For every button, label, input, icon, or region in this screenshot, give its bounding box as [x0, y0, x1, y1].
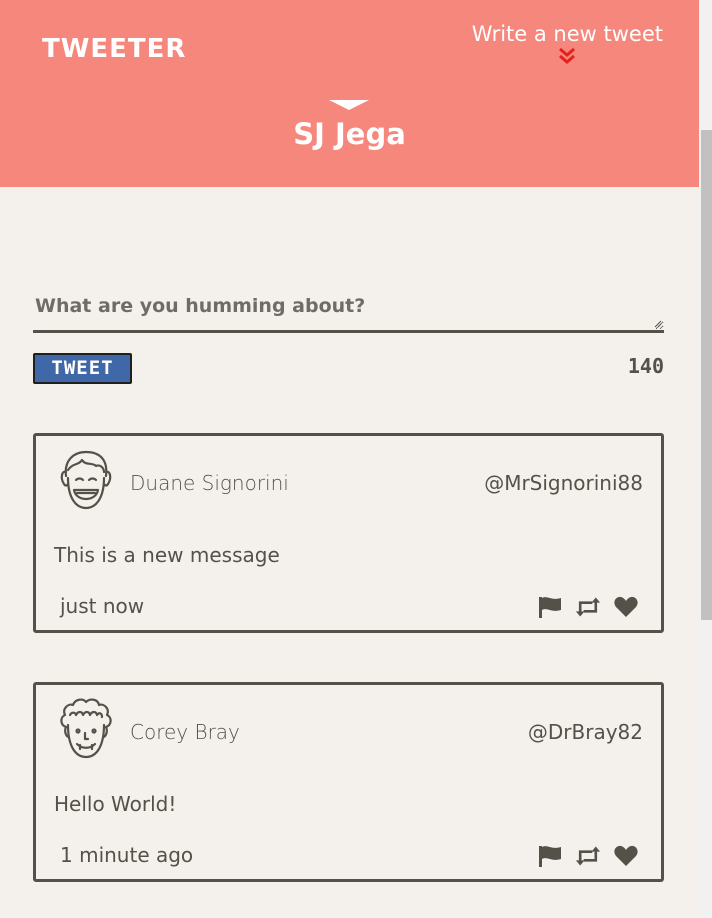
- tweet-text: This is a new message: [54, 543, 280, 567]
- tweet-author-handle: @DrBray82: [527, 720, 643, 744]
- caret-down-icon: [329, 100, 369, 110]
- smiling-man-avatar-icon: [60, 450, 112, 510]
- write-new-tweet-toggle[interactable]: Write a new tweet: [472, 22, 663, 66]
- page: TWEETER Write a new tweet SJ Jega TWEET …: [0, 0, 712, 918]
- tweet-timestamp: 1 minute ago: [60, 843, 194, 867]
- tweet-card: Duane Signorini @MrSignorini88 This is a…: [33, 433, 664, 633]
- profile-username: SJ Jega: [293, 117, 406, 151]
- heart-icon[interactable]: [613, 595, 639, 619]
- retweet-icon[interactable]: [575, 844, 601, 868]
- character-counter: 140: [627, 354, 664, 378]
- flag-icon[interactable]: [537, 595, 563, 619]
- resize-grip-icon[interactable]: [654, 320, 662, 328]
- scrollbar-thumb[interactable]: [701, 130, 712, 620]
- flag-icon[interactable]: [537, 844, 563, 868]
- profile-header: TWEETER Write a new tweet SJ Jega: [0, 0, 699, 187]
- write-new-tweet-label: Write a new tweet: [471, 22, 663, 46]
- tweet-actions: [537, 843, 639, 869]
- brand-logo: TWEETER: [42, 34, 187, 64]
- tweet-card: Corey Bray @DrBray82 Hello World! 1 minu…: [33, 682, 664, 882]
- compose-tweet-form: TWEET 140: [33, 290, 664, 384]
- tweet-author-name: Corey Bray: [130, 720, 240, 744]
- tweet-text: Hello World!: [54, 792, 177, 816]
- tweet-timestamp: just now: [60, 594, 145, 618]
- tweet-author-handle: @MrSignorini88: [484, 471, 643, 495]
- curly-hair-avatar-icon: [60, 698, 112, 759]
- tweet-submit-button[interactable]: TWEET: [33, 353, 132, 384]
- tweet-author-name: Duane Signorini: [130, 471, 289, 495]
- retweet-icon[interactable]: [575, 595, 601, 619]
- tweet-textarea[interactable]: [33, 290, 664, 333]
- heart-icon[interactable]: [613, 844, 639, 868]
- tweet-actions: [537, 594, 639, 620]
- double-chevron-down-icon: [559, 47, 576, 64]
